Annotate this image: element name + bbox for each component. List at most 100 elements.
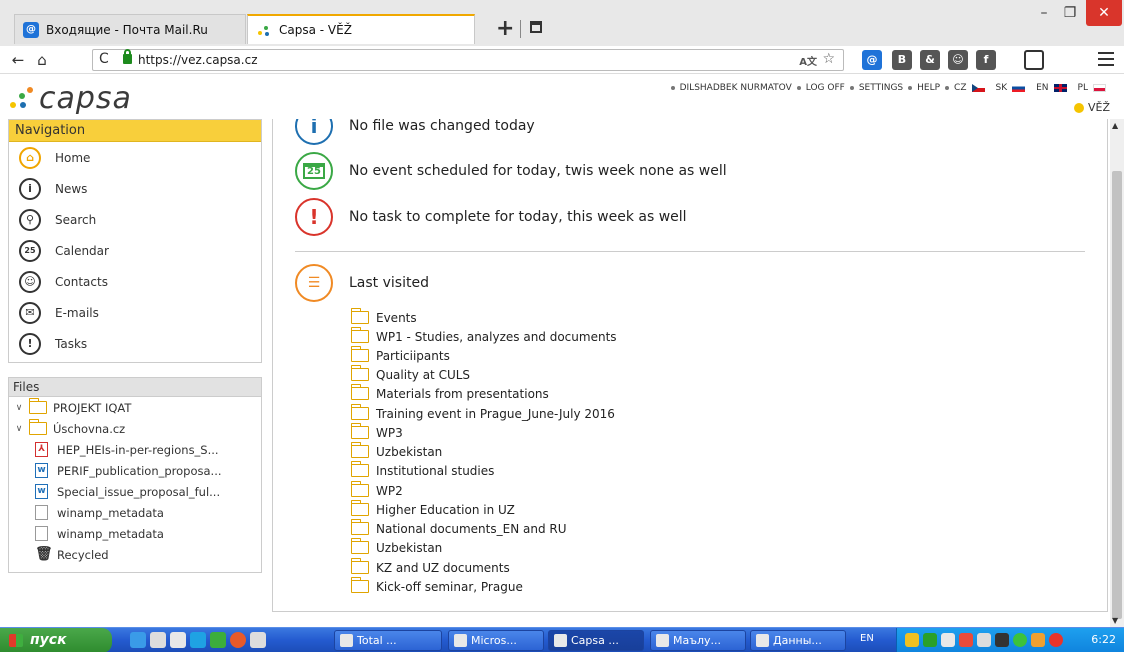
nav-item-contacts[interactable]: ☺ Contacts	[9, 266, 261, 297]
alert-icon[interactable]	[1049, 633, 1063, 647]
file-tree-item[interactable]: ⅄ HEP_HEIs-in-per-regions_S...	[9, 439, 261, 460]
file-label: PROJEKT IQAT	[53, 400, 132, 415]
desktop-quicklaunch-icon[interactable]	[150, 632, 166, 648]
last-visited-item[interactable]: Particiipants	[350, 346, 450, 365]
lang-cz-link[interactable]: CZ	[954, 83, 966, 93]
tab-capsa[interactable]: Capsa - VĚŽ	[247, 14, 475, 44]
settings-link[interactable]: SETTINGS	[859, 83, 903, 93]
file-tree-item[interactable]: w Special_issue_proposal_ful...	[9, 481, 261, 502]
new-tab-button[interactable]: +	[496, 18, 514, 40]
extension-ok-icon[interactable]: &	[920, 50, 940, 70]
last-visited-item[interactable]: Institutional studies	[350, 461, 494, 480]
nav-item-tasks[interactable]: ! Tasks	[9, 328, 261, 359]
nav-item-home[interactable]: ⌂ Home	[9, 142, 261, 173]
skype-quicklaunch-icon[interactable]	[190, 632, 206, 648]
nav-item-news[interactable]: i News	[9, 173, 261, 204]
file-tree-item[interactable]: w PERIF_publication_proposa...	[9, 460, 261, 481]
files-title: Files	[9, 378, 261, 397]
last-visited-item[interactable]: Events	[350, 308, 417, 327]
help-link[interactable]: HELP	[917, 83, 940, 93]
mail-extension-icon[interactable]: @	[862, 50, 882, 70]
app-quicklaunch-icon[interactable]	[250, 632, 266, 648]
reload-icon[interactable]	[56, 50, 86, 70]
last-visited-item[interactable]: KZ and UZ documents	[350, 558, 510, 577]
last-visited-item[interactable]: Materials from presentations	[350, 384, 549, 403]
extension-fb-icon[interactable]: f	[976, 50, 996, 70]
last-visited-item[interactable]: Training event in Prague_June-July 2016	[350, 404, 615, 423]
maximize-button[interactable]: ❐	[1058, 0, 1082, 26]
app-quicklaunch-icon[interactable]	[230, 632, 246, 648]
file-tree-item[interactable]: ∨ Úschovna.cz	[9, 418, 261, 439]
tab-mail[interactable]: @ Входящие - Почта Mail.Ru	[14, 14, 246, 44]
tray-app-icon[interactable]	[959, 633, 973, 647]
tab-list-icon[interactable]	[530, 21, 542, 33]
bookmark-star-icon[interactable]: ☆	[822, 51, 835, 67]
english-flag-icon[interactable]	[1053, 84, 1067, 92]
menu-icon[interactable]	[1098, 52, 1114, 66]
file-tree-item[interactable]: ∨ PROJEKT IQAT	[9, 397, 261, 418]
logo[interactable]: capsa	[10, 81, 132, 116]
lang-pl-link[interactable]: PL	[1078, 83, 1088, 93]
taskbar-button-capsa[interactable]: Capsa ...	[548, 630, 644, 651]
tray-app-icon[interactable]	[905, 633, 919, 647]
tray-app-icon[interactable]	[977, 633, 991, 647]
lang-en-link[interactable]: EN	[1036, 83, 1048, 93]
slovak-flag-icon[interactable]	[1012, 84, 1026, 92]
app-quicklaunch-icon[interactable]	[210, 632, 226, 648]
url-text[interactable]: https://vez.capsa.cz	[138, 53, 258, 67]
user-link[interactable]: DILSHADBEK NURMATOV	[680, 83, 792, 93]
extension-chat-icon[interactable]: ☺	[948, 50, 968, 70]
last-visited-item[interactable]: Higher Education in UZ	[350, 500, 515, 519]
polish-flag-icon[interactable]	[1093, 84, 1106, 92]
file-tree-item[interactable]: winamp_metadata	[9, 502, 261, 523]
workspace-indicator[interactable]: VĚŽ	[1073, 101, 1110, 114]
tray-app-icon[interactable]	[941, 633, 955, 647]
translate-icon[interactable]: A文	[799, 53, 817, 68]
czech-flag-icon[interactable]	[971, 84, 985, 92]
nav-item-calendar[interactable]: 25 Calendar	[9, 235, 261, 266]
last-visited-item[interactable]: Uzbekistan	[350, 538, 442, 557]
taskbar-button-malumot[interactable]: Маълу...	[650, 630, 746, 651]
tray-app-icon[interactable]	[1013, 633, 1027, 647]
scrollbar-thumb[interactable]	[1112, 171, 1122, 619]
nav-item-search[interactable]: ⚲ Search	[9, 204, 261, 235]
file-tree-item[interactable]: 🗑 Recycled	[9, 544, 261, 565]
scroll-down-icon[interactable]: ▼	[1112, 616, 1118, 625]
url-field[interactable]: C https://vez.capsa.cz A文 ☆	[92, 49, 844, 71]
tray-app-icon[interactable]	[923, 633, 937, 647]
comment-icon[interactable]	[1024, 50, 1044, 70]
taskbar-button-microsoft[interactable]: Micros...	[448, 630, 544, 651]
logoff-link[interactable]: LOG OFF	[806, 83, 845, 93]
nav-item-emails[interactable]: ✉ E-mails	[9, 297, 261, 328]
last-visited-item[interactable]: National documents_EN and RU	[350, 519, 567, 538]
reload-icon[interactable]: C	[99, 51, 109, 67]
close-button[interactable]: ✕	[1086, 0, 1122, 26]
lang-sk-link[interactable]: SK	[996, 83, 1008, 93]
capsa-icon	[256, 22, 272, 38]
back-arrow-icon[interactable]: ←	[8, 50, 28, 70]
last-visited-item[interactable]: Kick-off seminar, Prague	[350, 577, 523, 596]
taskbar-button-total[interactable]: Total ...	[334, 630, 442, 651]
language-indicator[interactable]: EN	[860, 633, 874, 644]
volume-icon[interactable]	[995, 633, 1009, 647]
blank-file-icon	[35, 526, 48, 541]
minimize-button[interactable]: –	[1032, 0, 1056, 26]
bullet	[796, 86, 801, 90]
chevron-down-icon[interactable]: ∨	[15, 403, 23, 413]
tray-app-icon[interactable]	[1031, 633, 1045, 647]
last-visited-item[interactable]: WP3	[350, 423, 403, 442]
scrollbar[interactable]: ▲ ▼	[1110, 119, 1124, 627]
taskbar-button-data[interactable]: Данны...	[750, 630, 846, 651]
chevron-down-icon[interactable]: ∨	[15, 424, 23, 434]
browser-quicklaunch-icon[interactable]	[130, 632, 146, 648]
start-button[interactable]: пуск	[0, 628, 112, 652]
app-quicklaunch-icon[interactable]	[170, 632, 186, 648]
last-visited-item[interactable]: WP2	[350, 481, 403, 500]
home-icon[interactable]: ⌂	[32, 50, 52, 70]
last-visited-item[interactable]: Uzbekistan	[350, 442, 442, 461]
last-visited-item[interactable]: WP1 - Studies, analyzes and documents	[350, 327, 617, 346]
extension-b-icon[interactable]: B	[892, 50, 912, 70]
last-visited-item[interactable]: Quality at CULS	[350, 365, 470, 384]
scroll-up-icon[interactable]: ▲	[1112, 121, 1118, 130]
file-tree-item[interactable]: winamp_metadata	[9, 523, 261, 544]
